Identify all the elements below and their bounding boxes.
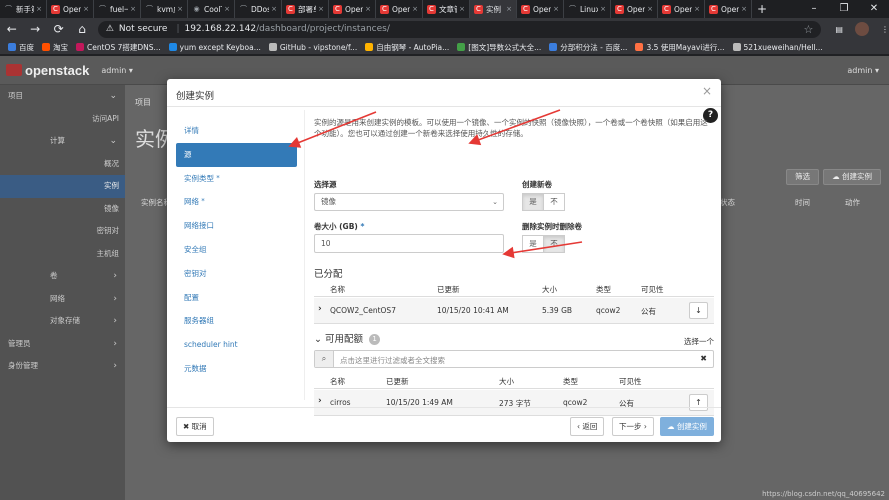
annotation-arrowhead bbox=[288, 137, 302, 148]
annotation-arrow-line bbox=[289, 111, 377, 147]
annotation-arrow-line bbox=[469, 109, 561, 144]
annotation-arrowhead bbox=[502, 246, 515, 259]
annotation-arrow-line bbox=[503, 241, 583, 255]
annotation-arrowhead bbox=[468, 134, 482, 146]
annotation-arrows bbox=[288, 109, 583, 259]
watermark: https://blog.csdn.net/qq_40695642 bbox=[762, 490, 885, 498]
